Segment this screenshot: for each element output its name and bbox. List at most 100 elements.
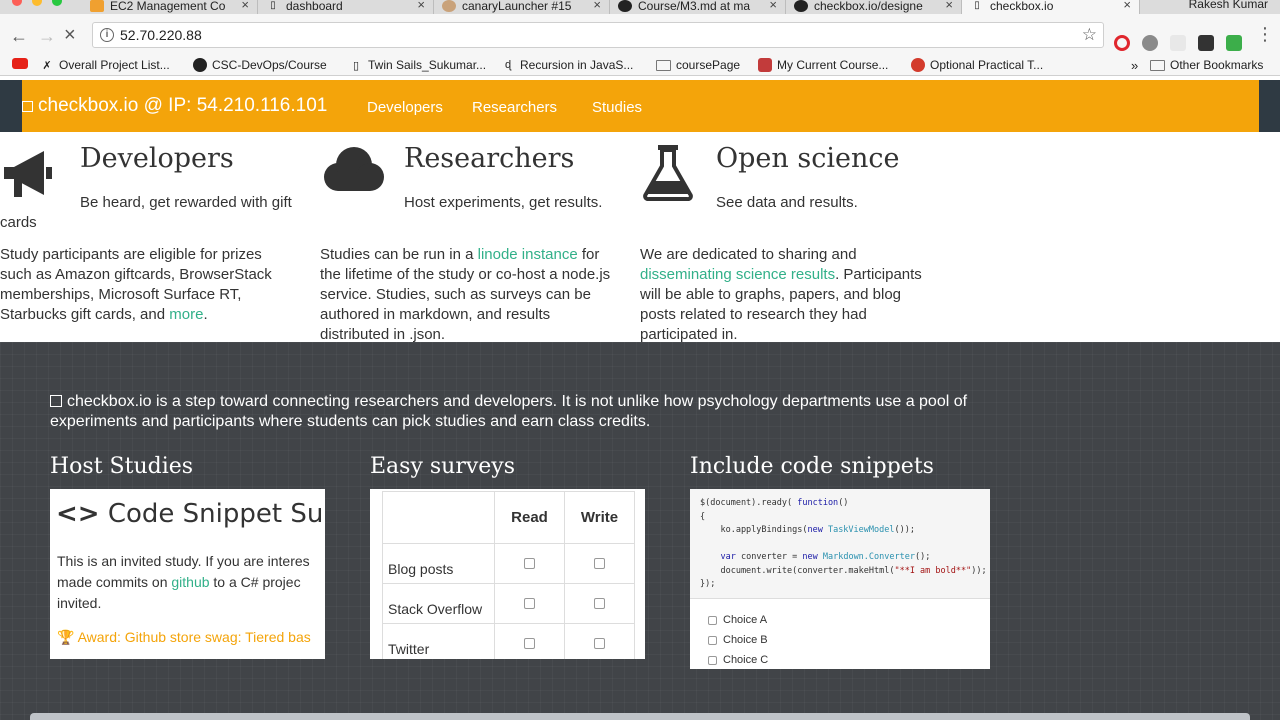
read-checkbox[interactable] (524, 557, 535, 569)
developers-title: Developers (80, 143, 234, 174)
developers-body: Study participants are eligible for priz… (0, 246, 272, 323)
about-section: checkbox.io is a step toward connecting … (0, 342, 1280, 720)
project-icon: ✗ (42, 59, 52, 72)
bookmarks-bar: ✗ Overall Project List... CSC-DevOps/Cou… (0, 56, 1280, 76)
nav-researchers[interactable]: Researchers (472, 99, 557, 116)
nav-studies[interactable]: Studies (592, 99, 642, 116)
tab-github-course[interactable]: Course/M3.md at ma × (610, 0, 786, 14)
brand-link[interactable]: checkbox.io @ IP: 54.210.116.101 (22, 95, 327, 117)
page-icon: ▯ (974, 0, 980, 11)
address-bar[interactable]: i 52.70.220.88 ☆ (92, 22, 1104, 48)
bookmark-star-icon[interactable]: ☆ (1082, 25, 1097, 45)
researchers-tagline: Host experiments, get results. (404, 194, 603, 211)
menu-dots-icon[interactable]: ⋮ (1256, 24, 1274, 45)
code-snippet-preview: $(document).ready( function() { ko.apply… (690, 489, 990, 669)
bookmark-recursion[interactable]: ɖ Recursion in JavaS... (501, 58, 633, 72)
choice-b[interactable]: Choice B (708, 634, 768, 646)
course-icon (758, 58, 772, 72)
trophy-icon: 🏆 (57, 629, 75, 645)
bookmark-other-bookmarks[interactable]: Other Bookmarks (1150, 58, 1263, 72)
profile-name[interactable]: Rakesh Kumar (1189, 0, 1268, 11)
more-link[interactable]: more (169, 306, 203, 323)
tab-checkbox-active[interactable]: ▯ checkbox.io × (962, 0, 1140, 14)
close-tab-icon[interactable]: × (1123, 0, 1131, 11)
bookmark-overall-project[interactable]: ✗ Overall Project List... (40, 58, 169, 72)
linode-instance-link[interactable]: linode instance (478, 246, 578, 263)
bookmark-youtube[interactable] (12, 58, 33, 69)
write-checkbox[interactable] (594, 637, 605, 649)
chrome-icon (911, 58, 925, 72)
bookmarks-overflow[interactable]: » (1131, 58, 1138, 73)
table-row: Blog posts (382, 543, 635, 584)
pulse-extension-icon[interactable] (1170, 35, 1186, 51)
intro-text: checkbox.io is a step toward connecting … (50, 393, 968, 430)
opera-extension-icon[interactable] (1114, 35, 1130, 51)
page-icon: ▯ (352, 59, 360, 72)
camera-extension-icon[interactable] (1142, 35, 1158, 51)
github-link[interactable]: github (171, 574, 209, 590)
glasses-extension-icon[interactable] (1198, 35, 1214, 51)
bookmark-my-current-course[interactable]: My Current Course... (758, 58, 888, 72)
close-tab-icon[interactable]: × (417, 0, 425, 11)
snippet-description: This is an invited study. If you are int… (57, 553, 310, 611)
forward-arrow-icon[interactable]: → (38, 26, 56, 47)
top-navbar: checkbox.io @ IP: 54.210.116.101 Develop… (22, 80, 1259, 132)
choice-a[interactable]: Choice A (708, 614, 767, 626)
tab-ec2[interactable]: EC2 Management Co × (82, 0, 258, 14)
choice-checkbox[interactable] (708, 635, 717, 645)
bookmark-twin-sails[interactable]: ▯ Twin Sails_Sukumar... (349, 58, 486, 72)
stop-loading-icon[interactable]: × (64, 24, 76, 47)
bookmark-csc-devops[interactable]: CSC-DevOps/Course (193, 58, 327, 72)
cloud-icon (324, 147, 384, 191)
bookmark-coursepage[interactable]: coursePage (656, 58, 740, 72)
page-icon: ▯ (270, 0, 276, 11)
tab-dashboard[interactable]: ▯ dashboard × (258, 0, 434, 14)
maximize-window-icon[interactable] (52, 0, 62, 6)
open-science-title: Open science (716, 143, 900, 174)
checkbox-logo-icon (50, 395, 62, 407)
youtube-icon (12, 58, 28, 69)
close-window-icon[interactable] (12, 0, 22, 6)
ec2-icon (90, 0, 104, 12)
folder-icon (1150, 59, 1165, 71)
read-checkbox[interactable] (524, 637, 535, 649)
table-row: Stack Overflow (382, 583, 635, 624)
back-arrow-icon[interactable]: ← (10, 26, 28, 47)
address-url[interactable]: 52.70.220.88 (120, 27, 202, 43)
minimize-window-icon[interactable] (32, 0, 42, 6)
choice-checkbox[interactable] (708, 615, 717, 625)
table-row: Twitter (382, 623, 635, 659)
page-content: checkbox.io @ IP: 54.210.116.101 Develop… (0, 77, 1280, 720)
row-label: Twitter (382, 623, 495, 659)
close-tab-icon[interactable]: × (769, 0, 777, 11)
column-read: Read (494, 491, 565, 544)
column-write: Write (564, 491, 635, 544)
write-checkbox[interactable] (594, 597, 605, 609)
nav-developers[interactable]: Developers (367, 99, 443, 116)
researchers-body: Studies can be run in a linode instance … (320, 246, 611, 343)
snippet-title: <> Code Snippet Su (56, 499, 324, 529)
disseminating-link[interactable]: disseminating science results (640, 266, 835, 283)
code-brackets-icon: <> (56, 499, 100, 529)
row-label: Stack Overflow (382, 583, 495, 624)
developers-tagline: Be heard, get rewarded with gift cards (0, 194, 292, 231)
jenkins-icon (442, 0, 456, 12)
github-icon (618, 0, 632, 12)
github-icon (193, 58, 207, 72)
write-checkbox[interactable] (594, 557, 605, 569)
row-label: Blog posts (382, 543, 495, 584)
cors-extension-icon[interactable] (1226, 35, 1242, 51)
bookmark-optional-practical[interactable]: Optional Practical T... (911, 58, 1043, 72)
macos-dock (30, 713, 1250, 720)
close-tab-icon[interactable]: × (945, 0, 953, 11)
read-checkbox[interactable] (524, 597, 535, 609)
choice-checkbox[interactable] (708, 655, 717, 665)
tab-canary-launcher[interactable]: canaryLauncher #15 × (434, 0, 610, 14)
close-tab-icon[interactable]: × (593, 0, 601, 11)
info-icon[interactable]: i (100, 28, 114, 42)
browser-toolbar: ← → × i 52.70.220.88 ☆ ⋮ (0, 14, 1280, 56)
choice-c[interactable]: Choice C (708, 654, 768, 666)
host-studies-preview: <> Code Snippet Su This is an invited st… (50, 489, 325, 659)
close-tab-icon[interactable]: × (241, 0, 249, 11)
tab-github-designer[interactable]: checkbox.io/designe × (786, 0, 962, 14)
